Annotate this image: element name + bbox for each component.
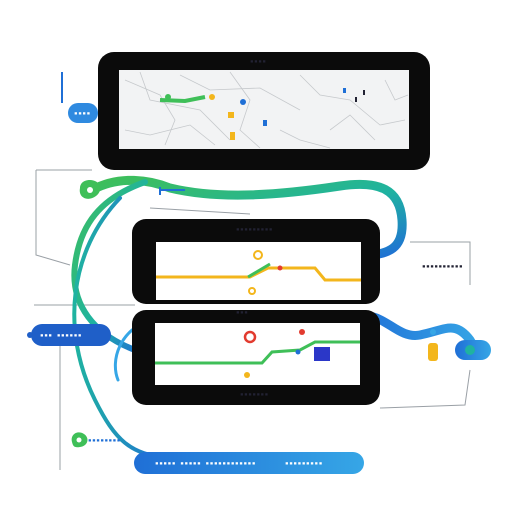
transit-diagram xyxy=(27,52,491,474)
right-caption: ▪▪▪▪▪▪▪▪▪▪ xyxy=(422,263,464,270)
stop-marker-icon xyxy=(248,287,256,295)
panel-a-title: ▪▪▪▪▪▪▪▪▪ xyxy=(236,226,274,233)
map-pin-icon xyxy=(230,132,235,140)
map-pin-icon xyxy=(209,94,215,100)
stop-marker-icon xyxy=(244,372,250,378)
panel-b-title: ▪▪▪ xyxy=(236,309,249,316)
stop-marker-icon xyxy=(243,330,257,344)
stop-marker-icon xyxy=(253,250,263,260)
route-node-icon xyxy=(295,349,301,355)
bottom-bar-left-label: ▪▪▪▪▪ ▪▪▪▪▪ ▪▪▪▪▪▪▪▪▪▪▪▪ xyxy=(155,460,257,467)
bottom-bar-right-label: ▪▪▪▪▪▪▪▪▪ xyxy=(285,460,323,467)
panel-b-footer: ▪▪▪▪▪▪▪ xyxy=(240,391,269,398)
map-pin-icon xyxy=(240,99,246,105)
square-badge-icon xyxy=(314,347,330,361)
top-left-pill-label: ▪▪▪▪ xyxy=(74,110,91,117)
map-pin-icon xyxy=(228,112,234,118)
map-pin-icon xyxy=(263,120,267,126)
left-pill-label: ▪▪▪ ▪▪▪▪▪▪ xyxy=(40,332,83,339)
route-node-icon xyxy=(277,265,283,271)
bottom-left-caption: ▪▪▪▪▪▪▪▪ xyxy=(88,437,121,444)
route-node-icon xyxy=(299,329,305,335)
map-title: ▪▪▪▪ xyxy=(250,58,267,65)
map-panel[interactable] xyxy=(98,52,430,170)
map-pin-icon xyxy=(165,94,171,100)
